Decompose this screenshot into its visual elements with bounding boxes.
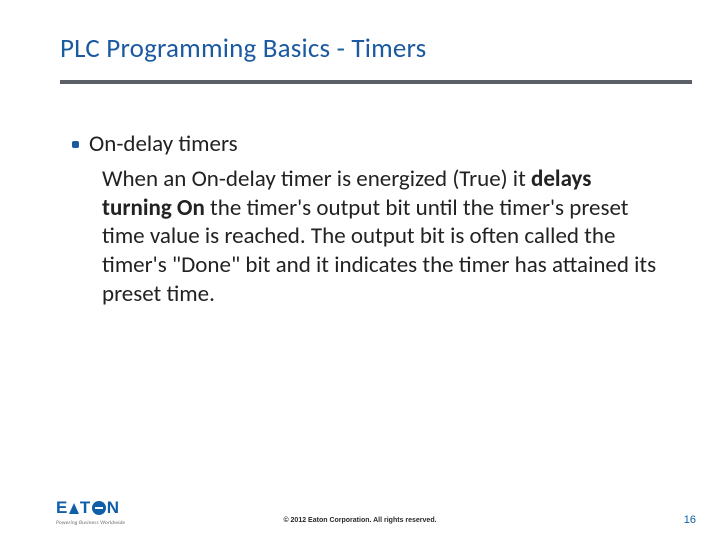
bullet-text: On-delay timers [89,130,238,159]
para-seg-1: When an On-delay timer is energized (Tru… [102,165,531,193]
body: On-delay timers When an On-delay timer i… [72,130,660,309]
logo-pre: E [56,498,68,518]
logo-mid: T [80,498,91,518]
logo-text: ETN [56,498,120,518]
logo-post: N [107,498,120,518]
copyright: © 2012 Eaton Corporation. All rights res… [0,517,720,524]
bullet-icon [72,141,79,148]
title-block: PLC Programming Basics - Timers [60,32,680,65]
page-number: 16 [684,514,696,526]
body-paragraph: When an On-delay timer is energized (Tru… [102,165,660,309]
title-rule [60,80,692,84]
bullet-row: On-delay timers [72,130,660,159]
logo-o-glyph [92,501,106,515]
slide-title: PLC Programming Basics - Timers [60,32,680,65]
logo-a-glyph [69,503,79,514]
logo-mark: ETN [56,498,120,518]
slide: PLC Programming Basics - Timers On-delay… [0,0,720,540]
logo-o-bar [95,507,103,509]
